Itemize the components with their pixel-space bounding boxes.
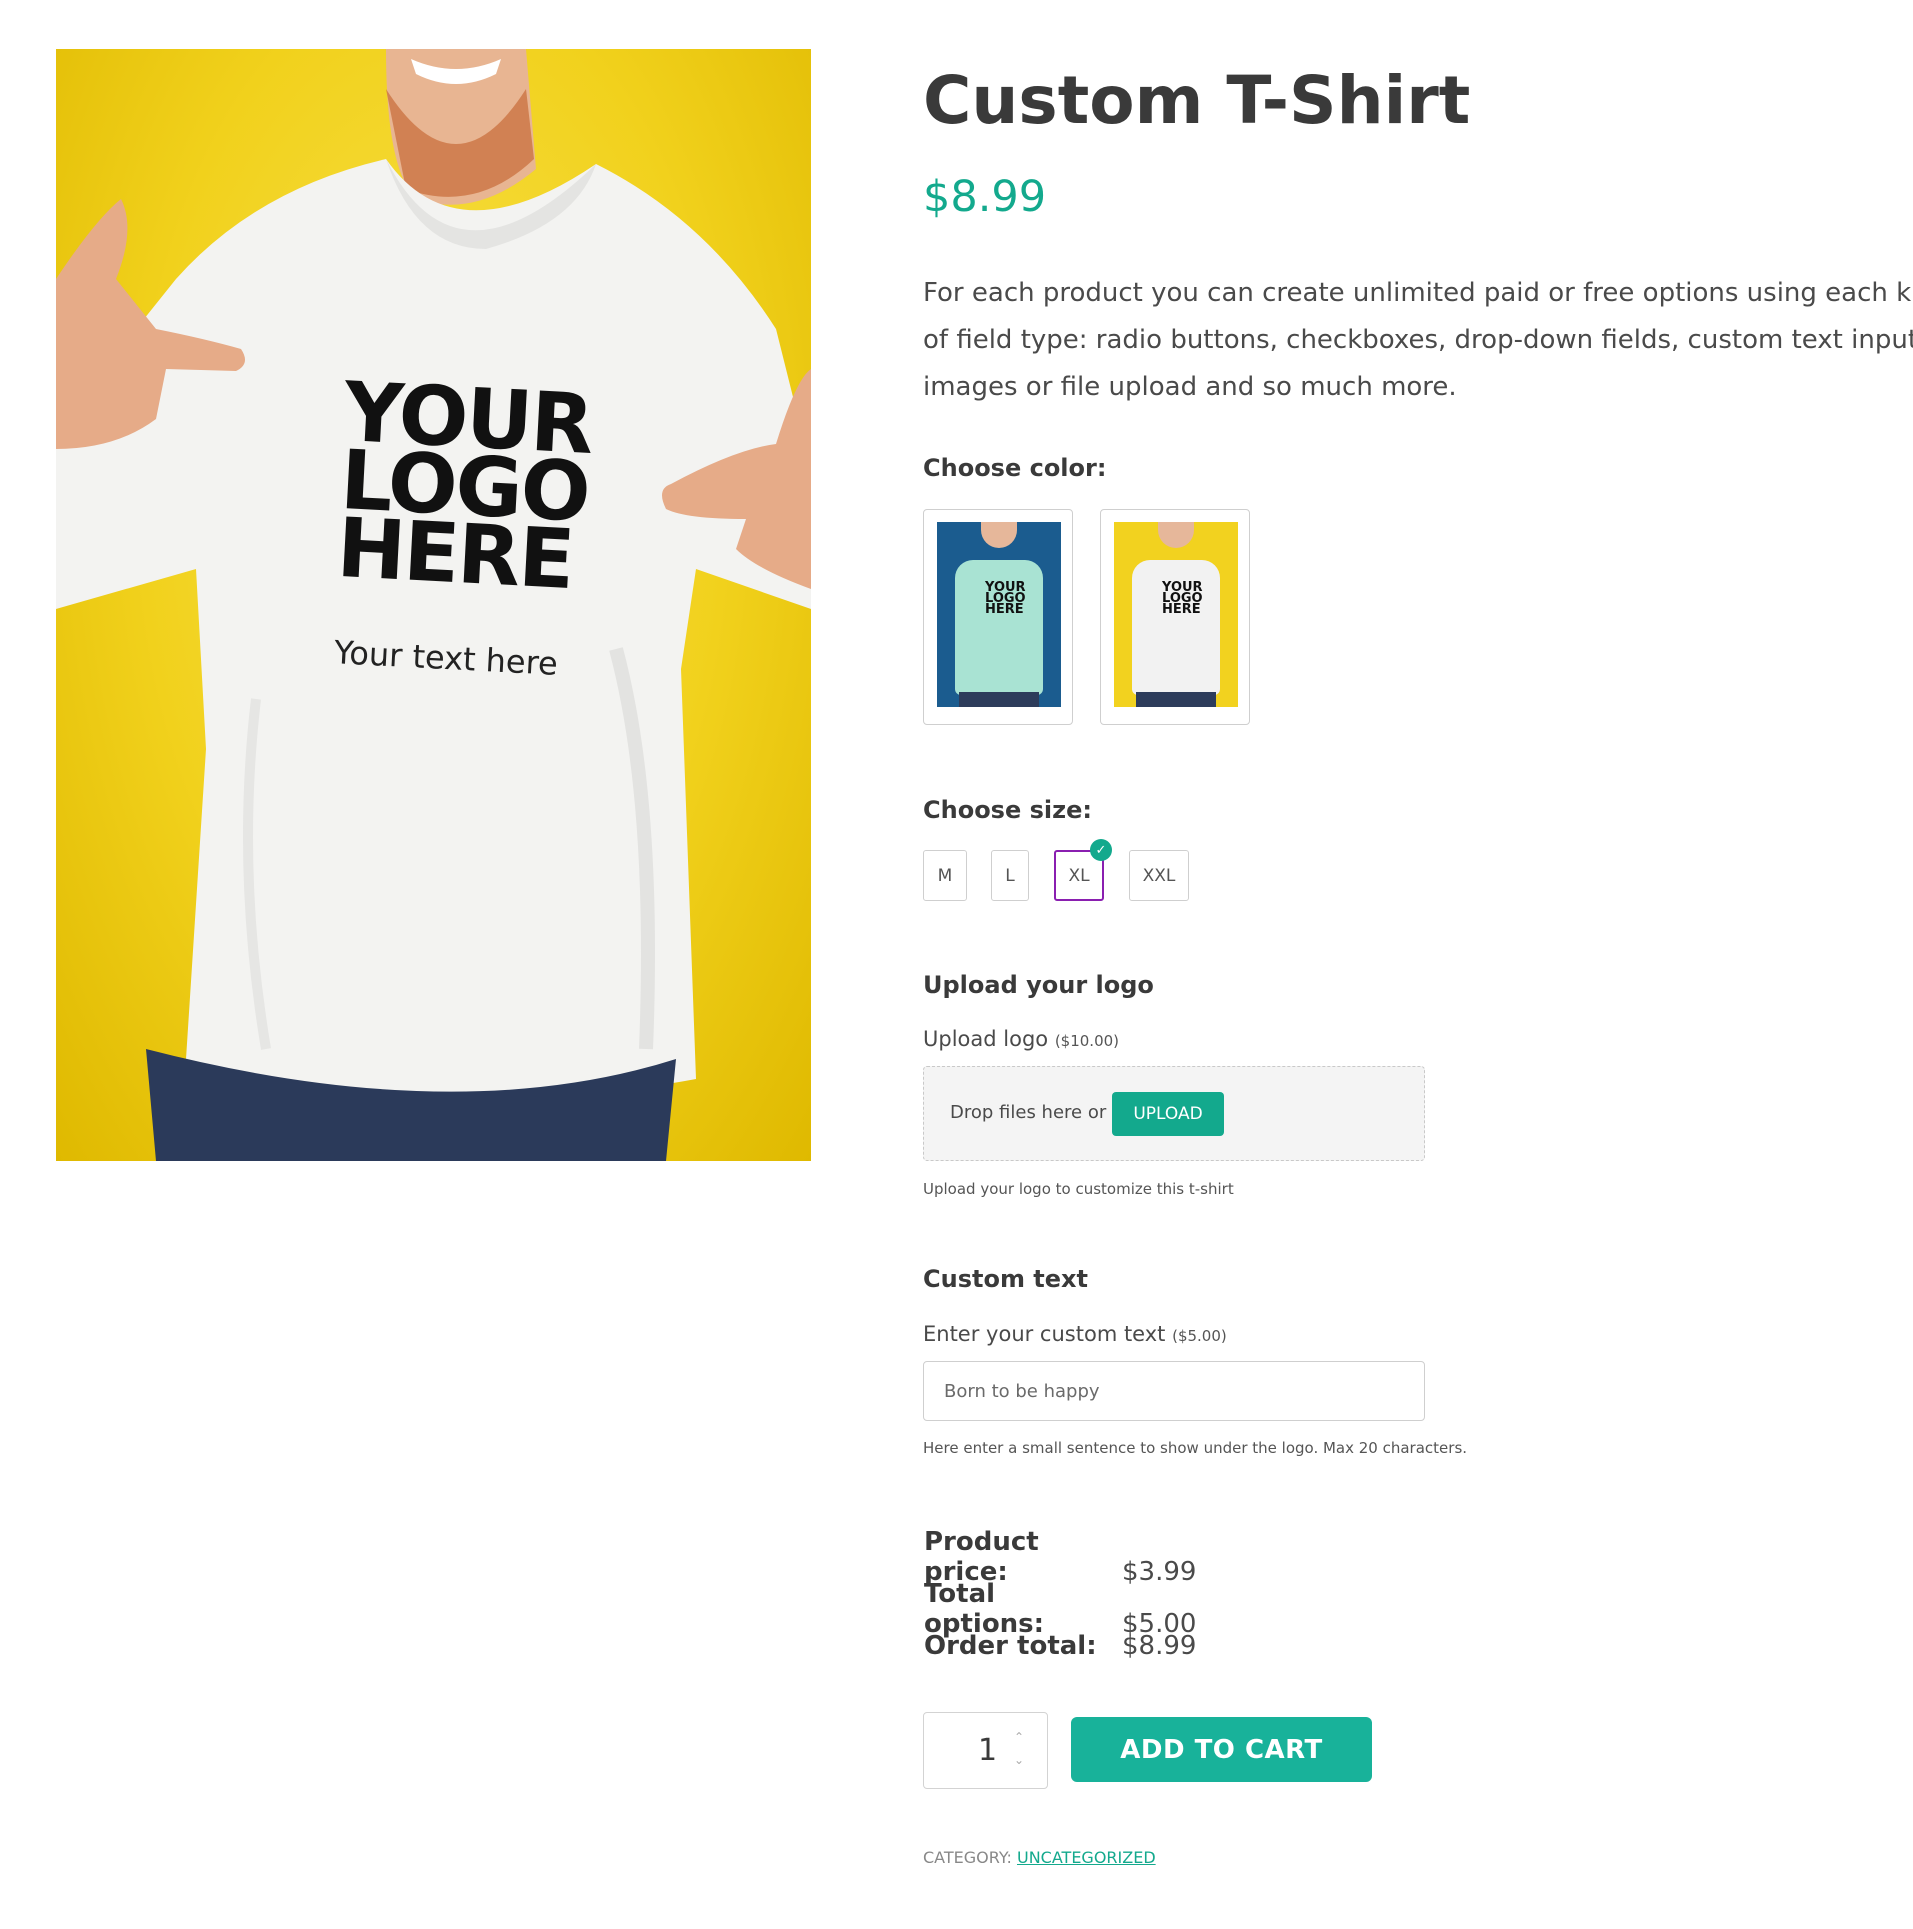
shirt-custom-text: Your text here	[333, 633, 559, 683]
product-price: $8.99	[923, 172, 1047, 222]
quantity-value[interactable]: 1	[978, 1733, 997, 1768]
swatch-thumbnail: YOUR LOGO HERE	[937, 522, 1061, 707]
drop-text: Drop files here or	[950, 1102, 1107, 1123]
upload-help-text: Upload your logo to customize this t-shi…	[923, 1180, 1234, 1198]
quantity-stepper[interactable]: 1 ⌃ ⌄	[923, 1712, 1048, 1789]
upload-button[interactable]: UPLOAD	[1112, 1092, 1224, 1136]
color-swatch-mint[interactable]: YOUR LOGO HERE	[923, 509, 1073, 725]
mini-logo: YOUR LOGO HERE	[985, 580, 1026, 617]
product-description: For each product you can create unlimite…	[923, 278, 1913, 402]
chevron-up-icon[interactable]: ⌃	[1014, 1730, 1024, 1744]
size-option-xxl[interactable]: XXL	[1129, 850, 1189, 901]
custom-text-help: Here enter a small sentence to show unde…	[923, 1439, 1468, 1457]
product-title: Custom T-Shirt	[923, 62, 1471, 139]
logo-line: HERE	[334, 500, 576, 609]
size-label: Choose size:	[923, 796, 1092, 824]
custom-text-input[interactable]	[923, 1361, 1425, 1421]
product-image[interactable]: YOUR LOGO HERE Your text here	[56, 49, 811, 1161]
category-link[interactable]: UNCATEGORIZED	[1017, 1848, 1156, 1867]
color-label: Choose color:	[923, 454, 1107, 482]
size-option-l[interactable]: L	[991, 850, 1029, 901]
color-swatch-white[interactable]: YOUR LOGO HERE	[1100, 509, 1250, 725]
upload-logo-heading: Upload your logo	[923, 971, 1154, 999]
shirt-logo-placeholder: YOUR LOGO HERE	[334, 365, 595, 609]
product-price-row: Product price: $3.99	[924, 1527, 1197, 1587]
product-category: CATEGORY: UNCATEGORIZED	[923, 1848, 1156, 1867]
file-dropzone[interactable]: Drop files here or UPLOAD	[923, 1066, 1425, 1161]
total-options-row: Total options: $5.00	[924, 1579, 1197, 1639]
add-to-cart-button[interactable]: ADD TO CART	[1071, 1717, 1372, 1782]
mini-logo: YOUR LOGO HERE	[1162, 580, 1203, 617]
custom-text-label: Enter your custom text ($5.00)	[923, 1322, 1227, 1346]
chevron-down-icon[interactable]: ⌄	[1014, 1753, 1024, 1767]
selected-check-icon: ✓	[1090, 839, 1112, 861]
swatch-thumbnail: YOUR LOGO HERE	[1114, 522, 1238, 707]
size-option-m[interactable]: M	[923, 850, 967, 901]
custom-text-heading: Custom text	[923, 1265, 1089, 1293]
upload-logo-label: Upload logo ($10.00)	[923, 1027, 1120, 1051]
order-total-row: Order total: $8.99	[924, 1631, 1197, 1661]
